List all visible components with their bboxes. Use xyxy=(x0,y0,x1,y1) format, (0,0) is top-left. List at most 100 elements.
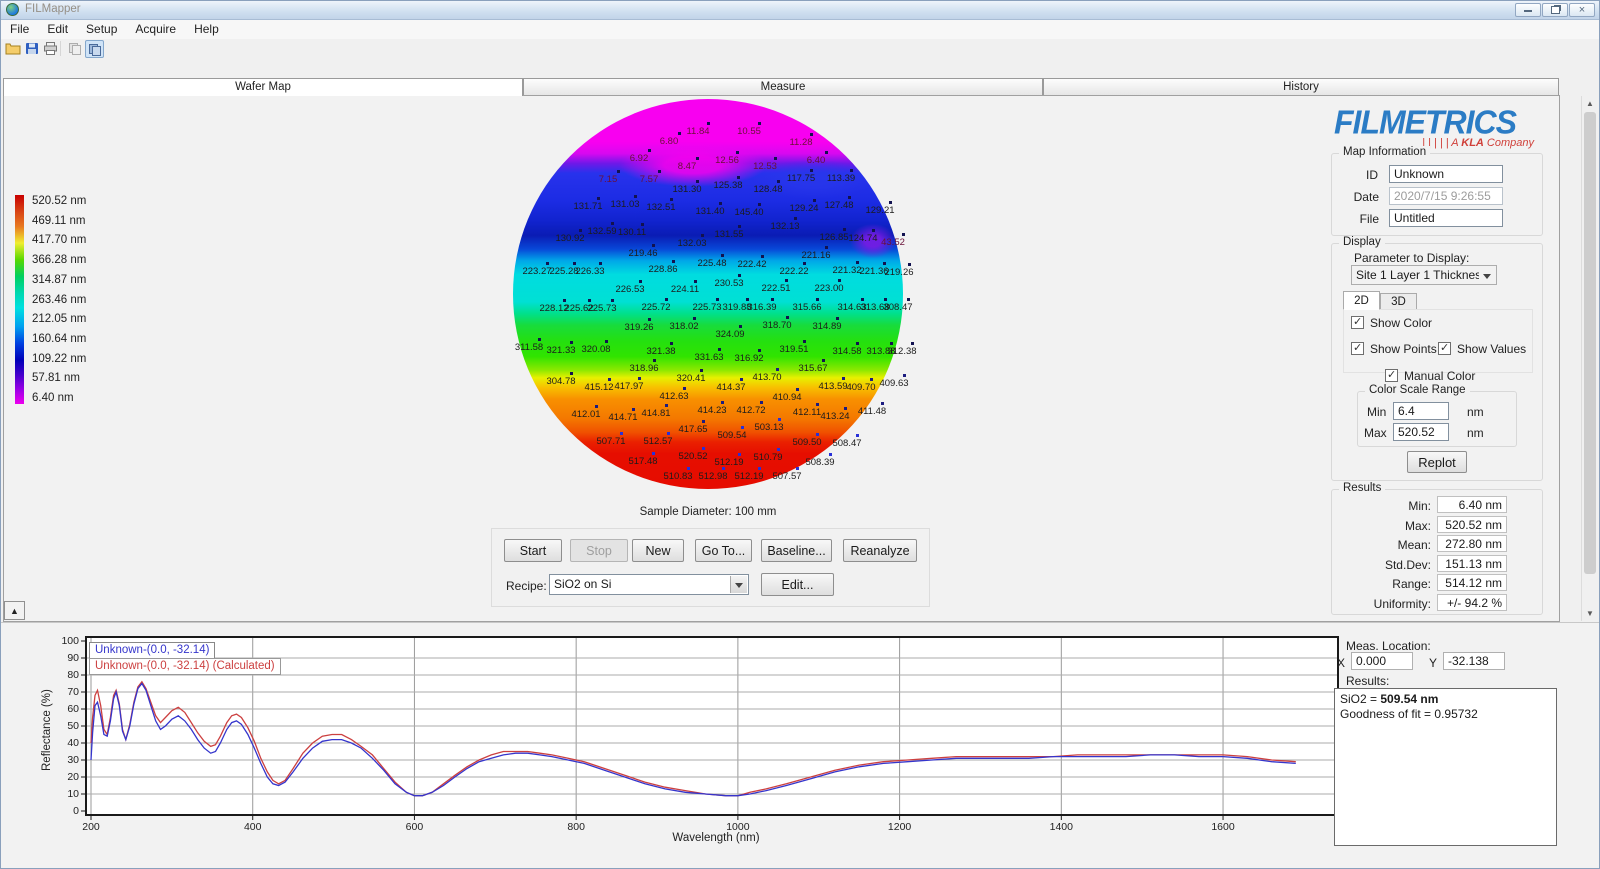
wafer-point-dot[interactable] xyxy=(796,388,799,391)
wafer-point-dot[interactable] xyxy=(696,157,699,160)
show-values-checkbox[interactable] xyxy=(1438,341,1451,355)
wafer-point-dot[interactable] xyxy=(608,378,611,381)
wafer-point-dot[interactable] xyxy=(737,176,740,179)
tab-2d[interactable]: 2D xyxy=(1343,291,1380,310)
wafer-point-dot[interactable] xyxy=(672,260,675,263)
wafer-point-dot[interactable] xyxy=(746,298,749,301)
wafer-point-dot[interactable] xyxy=(605,340,608,343)
wafer-point-dot[interactable] xyxy=(693,317,696,320)
menu-help[interactable]: Help xyxy=(185,20,228,38)
wafer-point-dot[interactable] xyxy=(579,229,582,232)
wafer-point-dot[interactable] xyxy=(702,447,705,450)
wafer-point-dot[interactable] xyxy=(856,261,859,264)
wafer-point-dot[interactable] xyxy=(794,217,797,220)
show-points-checkbox[interactable] xyxy=(1351,341,1364,355)
wafer-map[interactable] xyxy=(513,99,903,489)
wafer-point-dot[interactable] xyxy=(620,432,623,435)
wafer-point-dot[interactable] xyxy=(658,170,661,173)
wafer-point-dot[interactable] xyxy=(738,225,741,228)
menu-acquire[interactable]: Acquire xyxy=(126,20,185,38)
wafer-point-dot[interactable] xyxy=(641,223,644,226)
wafer-point-dot[interactable] xyxy=(678,132,681,135)
wafer-point-dot[interactable] xyxy=(870,378,873,381)
wafer-point-dot[interactable] xyxy=(563,299,566,302)
wafer-point-dot[interactable] xyxy=(884,298,887,301)
wafer-point-dot[interactable] xyxy=(694,280,697,283)
wafer-point-dot[interactable] xyxy=(652,244,655,247)
wafer-point-dot[interactable] xyxy=(700,369,703,372)
tab-wafer-map[interactable]: Wafer Map xyxy=(3,78,523,96)
wafer-point-dot[interactable] xyxy=(758,467,761,470)
wafer-point-dot[interactable] xyxy=(810,169,813,172)
wafer-point-dot[interactable] xyxy=(903,374,906,377)
tab-measure[interactable]: Measure xyxy=(523,78,1043,95)
wafer-point-dot[interactable] xyxy=(771,298,774,301)
vertical-scrollbar[interactable]: ▲ ▼ xyxy=(1581,96,1598,621)
open-icon[interactable] xyxy=(3,40,22,58)
export-map-icon[interactable] xyxy=(85,40,104,58)
wafer-point-dot[interactable] xyxy=(796,467,799,470)
file-field[interactable]: Untitled xyxy=(1389,209,1503,227)
wafer-point-dot[interactable] xyxy=(822,359,825,362)
wafer-point-dot[interactable] xyxy=(844,407,847,410)
wafer-point-dot[interactable] xyxy=(667,432,670,435)
wafer-point-dot[interactable] xyxy=(816,403,819,406)
manual-color-checkbox[interactable] xyxy=(1385,368,1398,382)
wafer-point-dot[interactable] xyxy=(902,233,905,236)
wafer-point-dot[interactable] xyxy=(611,222,614,225)
wafer-point-dot[interactable] xyxy=(639,280,642,283)
wafer-point-dot[interactable] xyxy=(701,234,704,237)
wafer-point-dot[interactable] xyxy=(634,195,637,198)
wafer-point-dot[interactable] xyxy=(595,405,598,408)
wafer-point-dot[interactable] xyxy=(546,262,549,265)
wafer-point-dot[interactable] xyxy=(721,254,724,257)
wafer-point-dot[interactable] xyxy=(721,401,724,404)
wafer-point-dot[interactable] xyxy=(648,318,651,321)
wafer-point-dot[interactable] xyxy=(761,255,764,258)
wafer-point-dot[interactable] xyxy=(683,387,686,390)
wafer-point-dot[interactable] xyxy=(702,420,705,423)
wafer-point-dot[interactable] xyxy=(883,262,886,265)
wafer-point-dot[interactable] xyxy=(740,378,743,381)
wafer-point-dot[interactable] xyxy=(665,404,668,407)
wafer-point-dot[interactable] xyxy=(722,467,725,470)
wafer-point-dot[interactable] xyxy=(785,279,788,282)
wafer-point-dot[interactable] xyxy=(856,434,859,437)
wafer-point-dot[interactable] xyxy=(617,170,620,173)
edit-recipe-button[interactable]: Edit... xyxy=(761,573,834,596)
wafer-point-dot[interactable] xyxy=(696,180,699,183)
scroll-down-icon[interactable]: ▼ xyxy=(1583,606,1597,621)
wafer-point-dot[interactable] xyxy=(588,299,591,302)
wafer-point-dot[interactable] xyxy=(825,246,828,249)
parameter-dropdown-arrow-icon[interactable] xyxy=(1479,267,1495,283)
menu-file[interactable]: File xyxy=(1,20,38,38)
max-field[interactable]: 520.52 xyxy=(1393,423,1449,441)
wafer-point-dot[interactable] xyxy=(774,157,777,160)
show-color-checkbox[interactable] xyxy=(1351,315,1364,329)
wafer-point-dot[interactable] xyxy=(739,325,742,328)
wafer-point-dot[interactable] xyxy=(777,448,780,451)
wafer-point-dot[interactable] xyxy=(648,149,651,152)
replot-button[interactable]: Replot xyxy=(1407,451,1467,473)
wafer-point-dot[interactable] xyxy=(777,180,780,183)
wafer-point-dot[interactable] xyxy=(838,279,841,282)
wafer-point-dot[interactable] xyxy=(911,342,914,345)
wafer-point-dot[interactable] xyxy=(856,342,859,345)
wafer-point-dot[interactable] xyxy=(890,342,893,345)
wafer-point-dot[interactable] xyxy=(707,122,710,125)
wafer-point-dot[interactable] xyxy=(872,229,875,232)
wafer-point-dot[interactable] xyxy=(813,199,816,202)
wafer-point-dot[interactable] xyxy=(786,316,789,319)
wafer-point-dot[interactable] xyxy=(718,348,721,351)
wafer-point-dot[interactable] xyxy=(825,151,828,154)
wafer-point-dot[interactable] xyxy=(736,151,739,154)
wafer-point-dot[interactable] xyxy=(861,298,864,301)
wafer-point-dot[interactable] xyxy=(716,298,719,301)
tab-3d[interactable]: 3D xyxy=(1380,293,1417,310)
wafer-point-dot[interactable] xyxy=(653,359,656,362)
close-button[interactable]: × xyxy=(1569,3,1595,17)
wafer-point-dot[interactable] xyxy=(632,408,635,411)
wafer-point-dot[interactable] xyxy=(843,228,846,231)
wafer-point-dot[interactable] xyxy=(665,298,668,301)
wafer-point-dot[interactable] xyxy=(719,202,722,205)
